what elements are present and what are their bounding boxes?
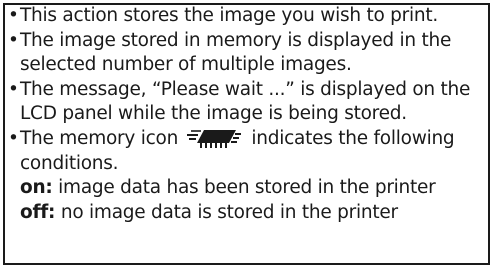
note-item: • The message, “Please wait ...” is disp… xyxy=(8,78,488,127)
notes-list: • This action stores the image you wish … xyxy=(8,4,488,176)
note-item: • This action stores the image you wish … xyxy=(8,4,488,29)
condition-off: off: no image data is stored in the prin… xyxy=(8,201,488,226)
bullet: • xyxy=(8,5,19,26)
condition-off-key: off: xyxy=(20,201,56,223)
notes-content: • This action stores the image you wish … xyxy=(8,4,488,225)
bullet: • xyxy=(8,29,19,51)
note-text: The image stored in memory is displayed … xyxy=(20,29,452,76)
note-text-before-icon: The memory icon xyxy=(20,127,179,149)
notes-box: • This action stores the image you wish … xyxy=(3,3,490,265)
note-text: This action stores the image you wish to… xyxy=(20,5,439,26)
note-text: The message, “Please wait ...” is displa… xyxy=(20,78,471,125)
bullet: • xyxy=(8,78,19,100)
note-item-memory-icon: • The memory icon indicates the followin… xyxy=(8,127,488,176)
condition-on: on: image data has been stored in the pr… xyxy=(8,176,488,201)
memory-chip-icon xyxy=(186,129,241,148)
condition-off-text: no image data is stored in the printer xyxy=(60,201,398,223)
note-item: • The image stored in memory is displaye… xyxy=(8,29,488,78)
condition-on-key: on: xyxy=(20,177,53,199)
bullet: • xyxy=(8,127,19,149)
condition-on-text: image data has been stored in the printe… xyxy=(58,177,436,199)
